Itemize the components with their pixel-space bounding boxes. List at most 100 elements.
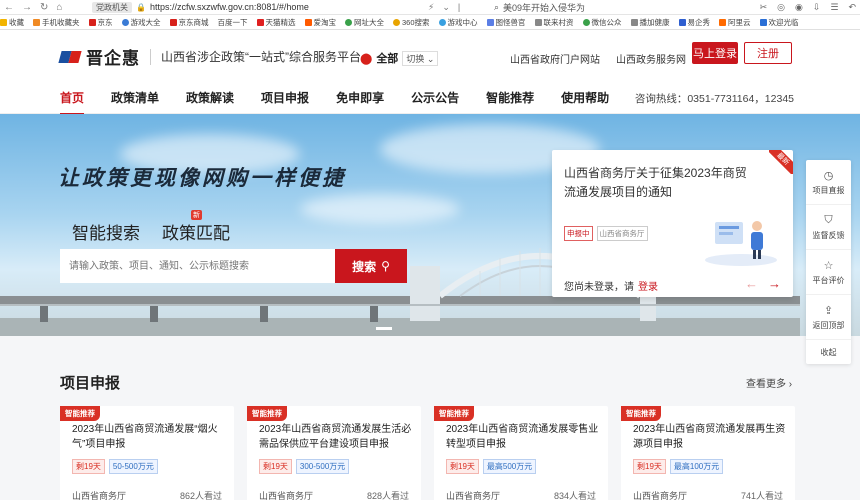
browser-address-bar: ← → ↻ ⌂ 党政机关 🔒 https://zcfw.sxzwfw.gov.c…	[0, 0, 860, 15]
project-card[interactable]: 智能推荐 2023年山西省商贸流通发展再生资源项目申报 剩19天 最高100万元…	[621, 406, 795, 500]
nav-smart-recommend[interactable]: 智能推荐	[486, 89, 534, 112]
star-icon: ☆	[823, 259, 834, 272]
bookmark-item[interactable]: 手机收藏夹	[33, 17, 80, 28]
project-org: 山西省商务厅	[446, 491, 501, 500]
game-icon[interactable]: ◉	[795, 2, 803, 13]
tab-smart-search[interactable]: 智能搜索	[72, 219, 140, 244]
bookmark-item[interactable]: 网址大全	[345, 17, 384, 28]
bookmark-item[interactable]: 京东	[88, 17, 113, 28]
days-left-tag: 剩19天	[446, 459, 479, 474]
rail-feedback[interactable]: ⛉ 监督反馈	[806, 205, 851, 250]
site-logo[interactable]: 晋企惠 山西省涉企政策“一站式”综合服务平台	[60, 44, 361, 69]
amount-tag: 最高500万元	[482, 459, 537, 474]
url-field[interactable]: 🔒 https://zcfw.sxzwfw.gov.cn:8081/#/home	[136, 2, 466, 12]
bookmark-item[interactable]: 易企秀	[678, 17, 710, 28]
arrow-right-icon[interactable]: →	[768, 276, 781, 291]
notice-title[interactable]: 山西省商务厅关于征集2023年商贸流通发展项目的通知	[564, 164, 754, 202]
hero-search: 搜索 ⚲	[60, 249, 407, 283]
search-icon: ⌕	[494, 1, 500, 12]
nav-home[interactable]: 首页	[60, 89, 85, 115]
bookmark-item[interactable]: 图怪兽官	[486, 17, 526, 28]
view-more-link[interactable]: 查看更多 ›	[746, 375, 792, 390]
gov-service-link[interactable]: 山西政务服务网	[616, 51, 686, 66]
nav-policy-list[interactable]: 政策清单	[111, 89, 159, 112]
project-card[interactable]: 智能推荐 2023年山西省商贸流通发展“烟火气”项目申报 剩19天 50-500…	[60, 406, 234, 500]
bookmark-item[interactable]: 阿里云	[719, 17, 751, 28]
search-button[interactable]: 搜索 ⚲	[335, 249, 407, 283]
tab-policy-match[interactable]: 政策匹配 新	[162, 210, 230, 244]
project-title[interactable]: 2023年山西省商贸流通发展再生资源项目申报	[633, 422, 793, 452]
browser-search-text[interactable]: 美09年开始入侵华为	[503, 1, 585, 14]
hero-search-input[interactable]	[60, 249, 335, 283]
back-icon[interactable]: ←	[4, 2, 14, 13]
taobao-icon	[304, 18, 312, 26]
browser-nav-buttons: ← → ↻ ⌂	[0, 2, 92, 13]
home-icon[interactable]: ⌂	[56, 2, 62, 13]
bookmark-item[interactable]: 联来村资	[534, 17, 574, 28]
bookmarks-bar: 收藏 手机收藏夹 京东 游戏大全 京东商城 百度一下 天猫精选 爱淘宝 网址大全…	[0, 15, 860, 30]
project-views: 828人看过	[366, 491, 409, 500]
notice-card[interactable]: 最新 山西省商务厅关于征集2023年商贸流通发展项目的通知 申报中 山西省商务厅…	[552, 150, 793, 297]
search-icon: ⚲	[381, 259, 390, 273]
lightning-icon[interactable]: ⚡	[428, 2, 434, 13]
rail-rating[interactable]: ☆ 平台评价	[806, 250, 851, 295]
browser-tab-pill[interactable]: 党政机关	[92, 1, 132, 13]
arrow-left-icon[interactable]: ←	[745, 276, 758, 291]
bookmark-item[interactable]: 微信公众	[582, 17, 622, 28]
section-title: 项目申报	[60, 375, 121, 392]
bookmark-item[interactable]: 天猫精选	[256, 17, 296, 28]
latest-corner-badge: 最新	[769, 150, 793, 174]
divider: |	[457, 2, 461, 12]
login-button[interactable]: 马上登录	[692, 42, 738, 64]
carousel-dot[interactable]	[376, 327, 392, 330]
project-tags: 剩19天 最高500万元	[446, 459, 537, 474]
download-icon[interactable]: ⇩	[813, 2, 821, 13]
bookmark-item[interactable]: 京东商城	[169, 17, 209, 28]
project-title[interactable]: 2023年山西省商贸流通发展生活必需品保供应平台建设项目申报	[259, 422, 419, 452]
bookmark-item[interactable]: 百度一下	[218, 17, 248, 28]
undo-icon[interactable]: ↶	[848, 2, 856, 13]
platform-title: 山西省涉企政策“一站式”综合服务平台	[161, 50, 361, 64]
bookmark-item[interactable]: 360搜索	[393, 17, 430, 28]
menu-icon[interactable]: ☰	[830, 2, 838, 13]
project-title[interactable]: 2023年山西省商贸流通发展零售业转型项目申报	[446, 422, 606, 452]
nav-project-application[interactable]: 项目申报	[261, 89, 309, 112]
chevron-down-icon[interactable]: ⌄	[442, 2, 450, 13]
lock-icon: 🔒	[136, 2, 146, 12]
reload-icon[interactable]: ↻	[40, 2, 48, 13]
gov-portal-link[interactable]: 山西省政府门户网站	[510, 51, 600, 66]
project-card[interactable]: 智能推荐 2023年山西省商贸流通发展生活必需品保供应平台建设项目申报 剩19天…	[247, 406, 421, 500]
project-views: 834人看过	[553, 491, 596, 500]
new-badge: 新	[191, 210, 202, 220]
location-label: 全部	[376, 53, 399, 65]
project-views: 862人看过	[179, 491, 222, 500]
bookmark-item[interactable]: 爱淘宝	[304, 17, 336, 28]
project-org: 山西省商务厅	[633, 491, 688, 500]
browser-toolbar-right: ✂ ◎ ◉ ⇩ ☰ ↶	[760, 2, 856, 13]
bookmark-item[interactable]: 欢迎光临	[759, 17, 799, 28]
bookmark-item[interactable]: 游戏大全	[121, 17, 161, 28]
bookmark-item[interactable]: 游戏中心	[438, 17, 478, 28]
browser-search-box[interactable]: ⌕ 美09年开始入侵华为	[494, 1, 704, 14]
project-card[interactable]: 智能推荐 2023年山西省商贸流通发展零售业转型项目申报 剩19天 最高500万…	[434, 406, 608, 500]
scissors-icon[interactable]: ✂	[760, 2, 768, 13]
rail-back-to-top[interactable]: ⇪ 返回顶部	[806, 295, 851, 340]
project-title[interactable]: 2023年山西省商贸流通发展“烟火气”项目申报	[72, 422, 232, 452]
extension-icon[interactable]: ◎	[777, 2, 785, 13]
location-selector[interactable]: ⬤ 全部 切换 ⌄	[360, 50, 439, 66]
bookmark-item[interactable]: 收藏	[0, 17, 24, 28]
rail-project-report[interactable]: ◷ 项目直报	[806, 160, 851, 205]
forward-icon[interactable]: →	[22, 2, 32, 13]
register-button[interactable]: 注册	[744, 42, 792, 64]
logo-mark-icon	[60, 49, 82, 65]
nav-help[interactable]: 使用帮助	[561, 89, 609, 112]
bookmark-item[interactable]: 播加健康	[630, 17, 670, 28]
nav-announcements[interactable]: 公示公告	[411, 89, 459, 112]
web-icon	[345, 18, 352, 26]
nav-exemption[interactable]: 免申即享	[336, 89, 384, 112]
switch-location-button[interactable]: 切换 ⌄	[402, 50, 439, 66]
nav-policy-interpretation[interactable]: 政策解读	[186, 89, 234, 112]
notice-login-link[interactable]: 登录	[638, 282, 658, 293]
project-tags: 剩19天 50-500万元	[72, 459, 158, 474]
url-text[interactable]: https://zcfw.sxzwfw.gov.cn:8081/#/home	[150, 2, 309, 12]
